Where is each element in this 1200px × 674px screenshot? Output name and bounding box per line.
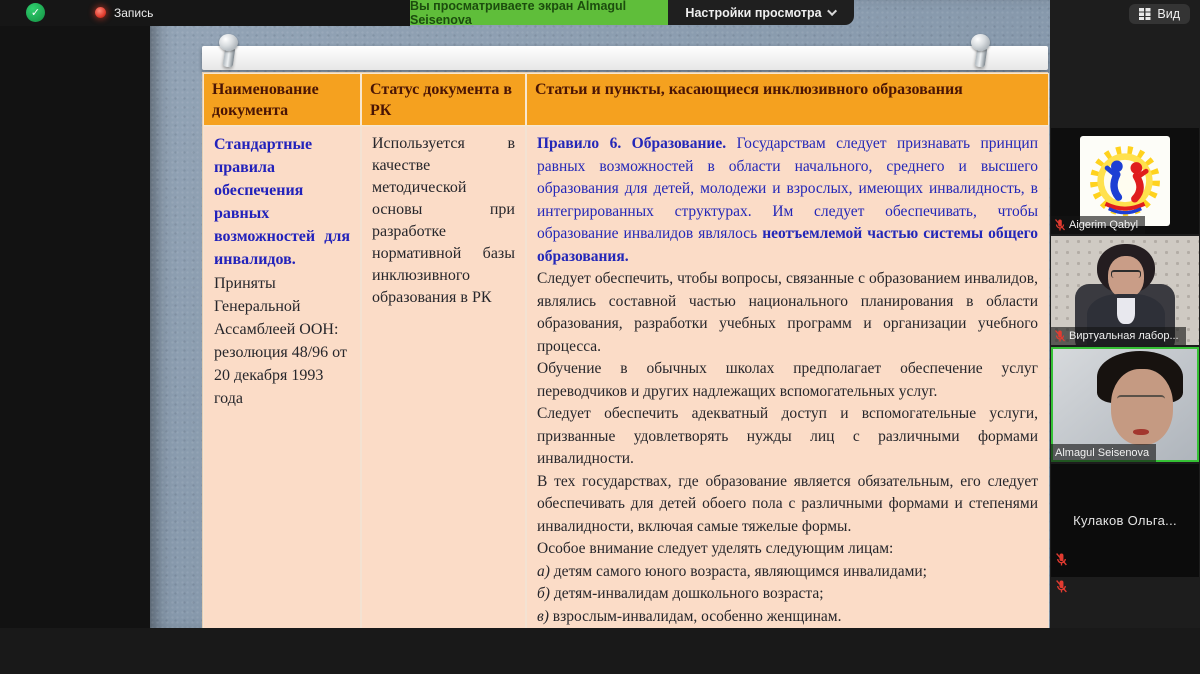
participant-name-label: Almagul Seisenova [1051, 444, 1156, 462]
document-adopted-note: Приняты Генеральной Ассамблеей ООН: резо… [214, 272, 350, 410]
viewing-screen-banner: Вы просматриваете экран Almagul Seisenov… [410, 0, 668, 25]
document-title: Стандартные правила обеспечения равных в… [214, 133, 350, 271]
view-button[interactable]: Вид [1129, 4, 1190, 24]
documents-table: Наименование документа Статус документа … [202, 72, 1048, 628]
participant-name-label: Aigerim Qabyl [1051, 216, 1145, 234]
left-empty-area [0, 0, 150, 628]
article-paragraph: Следует обеспечить адекватный доступ и в… [537, 403, 1038, 471]
status-text: Используется в качестве методической осн… [372, 133, 515, 309]
view-options-button[interactable]: Настройки просмотра [668, 0, 854, 25]
article-list-item: а) детям самого юного возраста, являющим… [537, 561, 1038, 584]
recording-label: Запись [114, 6, 153, 20]
participant-tile-kulakov[interactable]: Кулаков Ольга... [1051, 464, 1199, 577]
cell-articles: Правило 6. Образование. Государствам сле… [526, 126, 1049, 628]
grid-icon [1139, 8, 1151, 20]
chevron-down-icon [827, 6, 837, 16]
pushpin-icon [968, 34, 994, 74]
article-paragraph: Следует обеспечить, чтобы вопросы, связа… [537, 268, 1038, 358]
cell-status: Используется в качестве методической осн… [361, 126, 526, 628]
article-paragraph: В тех государствах, где образование явля… [537, 471, 1038, 539]
table-header-articles: Статьи и пункты, касающиеся инклюзивного… [526, 73, 1049, 126]
table-header-status: Статус документа в РК [361, 73, 526, 126]
cell-document-name: Стандартные правила обеспечения равных в… [203, 126, 361, 628]
slide-top-banner [202, 46, 1048, 70]
security-shield-icon[interactable]: ✓ [26, 3, 45, 22]
article-list-item: в) взрослым-инвалидам, особенно женщинам… [537, 606, 1038, 629]
meeting-toolbar: Включить звук Включить видео [0, 628, 1200, 674]
article-paragraph: Обучение в обычных школах предполагает о… [537, 358, 1038, 403]
participant-tile-almagul-active-speaker[interactable]: Almagul Seisenova [1051, 347, 1199, 462]
shared-screen-slide: Наименование документа Статус документа … [150, 0, 1050, 628]
article-list-item: б) детям-инвалидам дошкольного возраста; [537, 583, 1038, 606]
zoom-meeting-window: Наименование документа Статус документа … [0, 0, 1200, 674]
participant-tile-virtual-lab[interactable]: Виртуальная лабор... [1051, 236, 1199, 345]
participants-panel: Aigerim Qabyl Виртуальная лабор... [1050, 0, 1200, 628]
table-header-document-name: Наименование документа [203, 73, 361, 126]
mic-muted-icon [1056, 580, 1067, 598]
rule-title: Правило 6. Образование. [537, 135, 726, 152]
mic-muted-icon [1055, 219, 1065, 231]
recording-indicator: ✓ Запись [26, 3, 153, 22]
recording-dot-icon [95, 7, 106, 18]
rule-paragraph: Правило 6. Образование. Государствам сле… [537, 133, 1038, 268]
mic-muted-icon [1056, 553, 1067, 566]
participant-logo [1080, 136, 1170, 226]
pushpin-icon [216, 34, 242, 74]
article-paragraph: Особое внимание следует уделять следующи… [537, 538, 1038, 561]
participant-name-label: Кулаков Ольга... [1073, 513, 1177, 528]
participant-tile-aigerim[interactable]: Aigerim Qabyl [1051, 128, 1199, 234]
mic-muted-icon [1055, 330, 1065, 342]
participant-name-label: Виртуальная лабор... [1051, 327, 1186, 345]
